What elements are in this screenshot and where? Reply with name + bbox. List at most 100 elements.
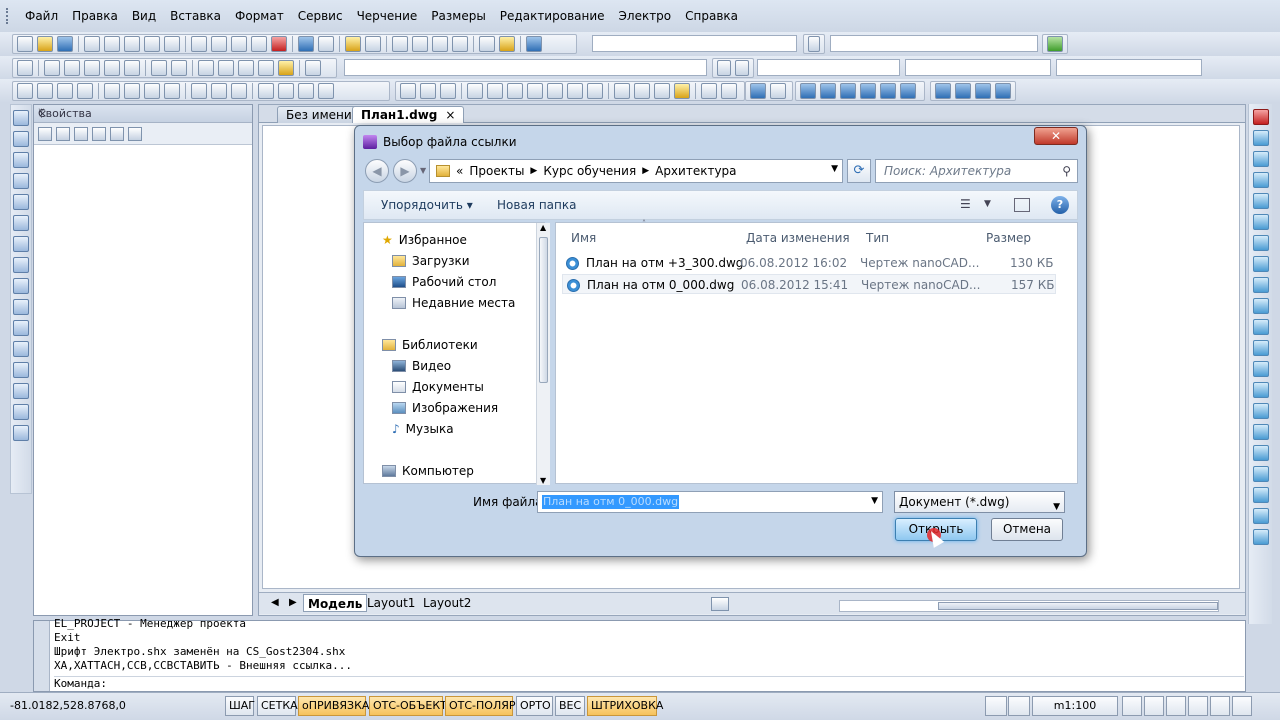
fullscreen-icon[interactable] — [1232, 696, 1252, 716]
circle-tool-icon[interactable] — [13, 215, 29, 231]
print-icon[interactable] — [84, 36, 100, 52]
filter-icon[interactable] — [92, 126, 106, 141]
menu-service[interactable]: Сервис — [291, 0, 350, 32]
publish-icon[interactable] — [124, 36, 140, 52]
nav-scrollbar[interactable]: ▲ ▼ — [536, 223, 550, 485]
offset-obj-icon[interactable] — [1253, 172, 1269, 188]
scale-icon[interactable] — [171, 60, 187, 76]
view-dropdown-icon[interactable]: ▼ — [984, 199, 1002, 215]
iso-se-icon[interactable] — [955, 83, 971, 99]
help-icon[interactable]: ? — [1051, 196, 1069, 214]
block-icon[interactable] — [218, 60, 234, 76]
categorized-icon[interactable] — [110, 126, 124, 141]
pan-icon[interactable] — [452, 36, 468, 52]
cancel-button[interactable]: Отмена — [991, 518, 1063, 541]
breadcrumb-overflow[interactable]: « — [456, 164, 463, 178]
mirror-obj-icon[interactable] — [1253, 151, 1269, 167]
filename-input[interactable]: План на отм 0_000.dwg ▼ — [537, 491, 883, 513]
pencil-icon[interactable] — [499, 36, 515, 52]
command-window-handle[interactable] — [34, 621, 50, 691]
menu-view[interactable]: Вид — [125, 0, 163, 32]
breadcrumb-projects[interactable]: Проекты — [469, 164, 524, 178]
menu-modify[interactable]: Редактирование — [493, 0, 612, 32]
bomb-icon[interactable] — [1253, 487, 1269, 503]
organize-button[interactable]: Упорядочить ▾ — [381, 198, 473, 212]
snap-node-icon[interactable] — [567, 83, 583, 99]
save-icon[interactable] — [57, 36, 73, 52]
insert-block-icon[interactable] — [144, 83, 160, 99]
hatch-icon[interactable] — [717, 60, 731, 76]
spline-icon[interactable] — [440, 83, 456, 99]
nav-desktop[interactable]: Рабочий стол — [392, 275, 496, 289]
viewport-icon[interactable] — [1166, 696, 1186, 716]
swivel-icon[interactable] — [770, 83, 786, 99]
copy-block-icon[interactable] — [104, 83, 120, 99]
layer-copy-icon[interactable] — [654, 83, 670, 99]
delete-icon[interactable] — [271, 36, 287, 52]
open-file-icon[interactable] — [37, 36, 53, 52]
attribute-icon[interactable] — [238, 60, 254, 76]
column-size[interactable]: Размер — [986, 231, 1031, 245]
gradient-icon[interactable] — [735, 60, 749, 76]
search-icon[interactable]: ⚲ — [1062, 160, 1071, 182]
cut-icon[interactable] — [191, 36, 207, 52]
trim-obj-icon[interactable] — [1253, 298, 1269, 314]
nav-pictures[interactable]: Изображения — [392, 401, 498, 415]
spline-tool-icon[interactable] — [13, 257, 29, 273]
crosshair-icon[interactable] — [701, 83, 717, 99]
iso-sw-icon[interactable] — [935, 83, 951, 99]
paste-special-icon[interactable] — [251, 36, 267, 52]
view-right-icon[interactable] — [860, 83, 876, 99]
redo-icon[interactable] — [318, 36, 334, 52]
nav-recent[interactable]: Недавние места — [392, 296, 515, 310]
find-icon[interactable] — [365, 36, 381, 52]
explode-icon[interactable] — [258, 60, 274, 76]
mirror-icon[interactable] — [298, 83, 314, 99]
dim-aligned-icon[interactable] — [487, 83, 503, 99]
regen-icon[interactable] — [1210, 696, 1230, 716]
layer-state-combo[interactable] — [344, 59, 707, 76]
menu-help[interactable]: Справка — [678, 0, 745, 32]
menu-electro[interactable]: Электро — [612, 0, 679, 32]
color-combo[interactable] — [757, 59, 900, 76]
view-bottom-icon[interactable] — [820, 83, 836, 99]
nav-music[interactable]: ♪ Музыка — [392, 422, 454, 436]
stretch-icon[interactable] — [64, 60, 80, 76]
back-button[interactable]: ◀ — [365, 159, 389, 183]
menu-format[interactable]: Формат — [228, 0, 291, 32]
line-icon[interactable] — [13, 110, 29, 126]
checkbox-icon[interactable] — [614, 83, 630, 99]
stretch-obj-icon[interactable] — [1253, 277, 1269, 293]
toggle-osnap[interactable]: оПРИВЯЗКА — [298, 696, 369, 716]
address-dropdown-icon[interactable]: ▼ — [831, 164, 838, 174]
point-icon[interactable] — [13, 341, 29, 357]
menu-file[interactable]: Файл — [18, 0, 65, 32]
array-icon[interactable] — [198, 60, 214, 76]
column-date[interactable]: Дата изменения — [746, 231, 850, 245]
orbit-icon[interactable] — [750, 83, 766, 99]
zoom-extents-icon[interactable] — [412, 36, 428, 52]
menu-insert[interactable]: Вставка — [163, 0, 228, 32]
view-left-icon[interactable] — [840, 83, 856, 99]
search-input[interactable]: Поиск: Архитектура ⚲ — [875, 159, 1078, 183]
refresh-icon[interactable] — [77, 83, 93, 99]
table-tool-icon[interactable] — [13, 404, 29, 420]
nav-downloads[interactable]: Загрузки — [392, 254, 470, 268]
iso-ne-icon[interactable] — [975, 83, 991, 99]
nav-computer[interactable]: Компьютер — [382, 464, 474, 478]
rectangle-tool-icon[interactable] — [13, 173, 29, 189]
chamfer-obj-icon[interactable] — [1253, 382, 1269, 398]
breadcrumb-architecture[interactable]: Архитектура — [655, 164, 736, 178]
align-icon[interactable] — [258, 83, 274, 99]
distribute-icon[interactable] — [278, 83, 294, 99]
view-options-icon[interactable]: ☰ — [960, 197, 978, 213]
history-dropdown-icon[interactable]: ▼ — [420, 166, 426, 175]
address-bar[interactable]: « Проекты ▶ Курс обучения ▶ Архитектура … — [429, 159, 843, 183]
offset-icon[interactable] — [318, 83, 334, 99]
insert-icon[interactable] — [13, 299, 29, 315]
group-icon[interactable] — [164, 83, 180, 99]
copy-icon[interactable] — [211, 36, 227, 52]
tab-next-icon[interactable]: ▶ — [285, 594, 301, 612]
select-objects-icon[interactable] — [38, 126, 52, 141]
toggle-lineweight[interactable]: ВЕС — [555, 696, 585, 716]
